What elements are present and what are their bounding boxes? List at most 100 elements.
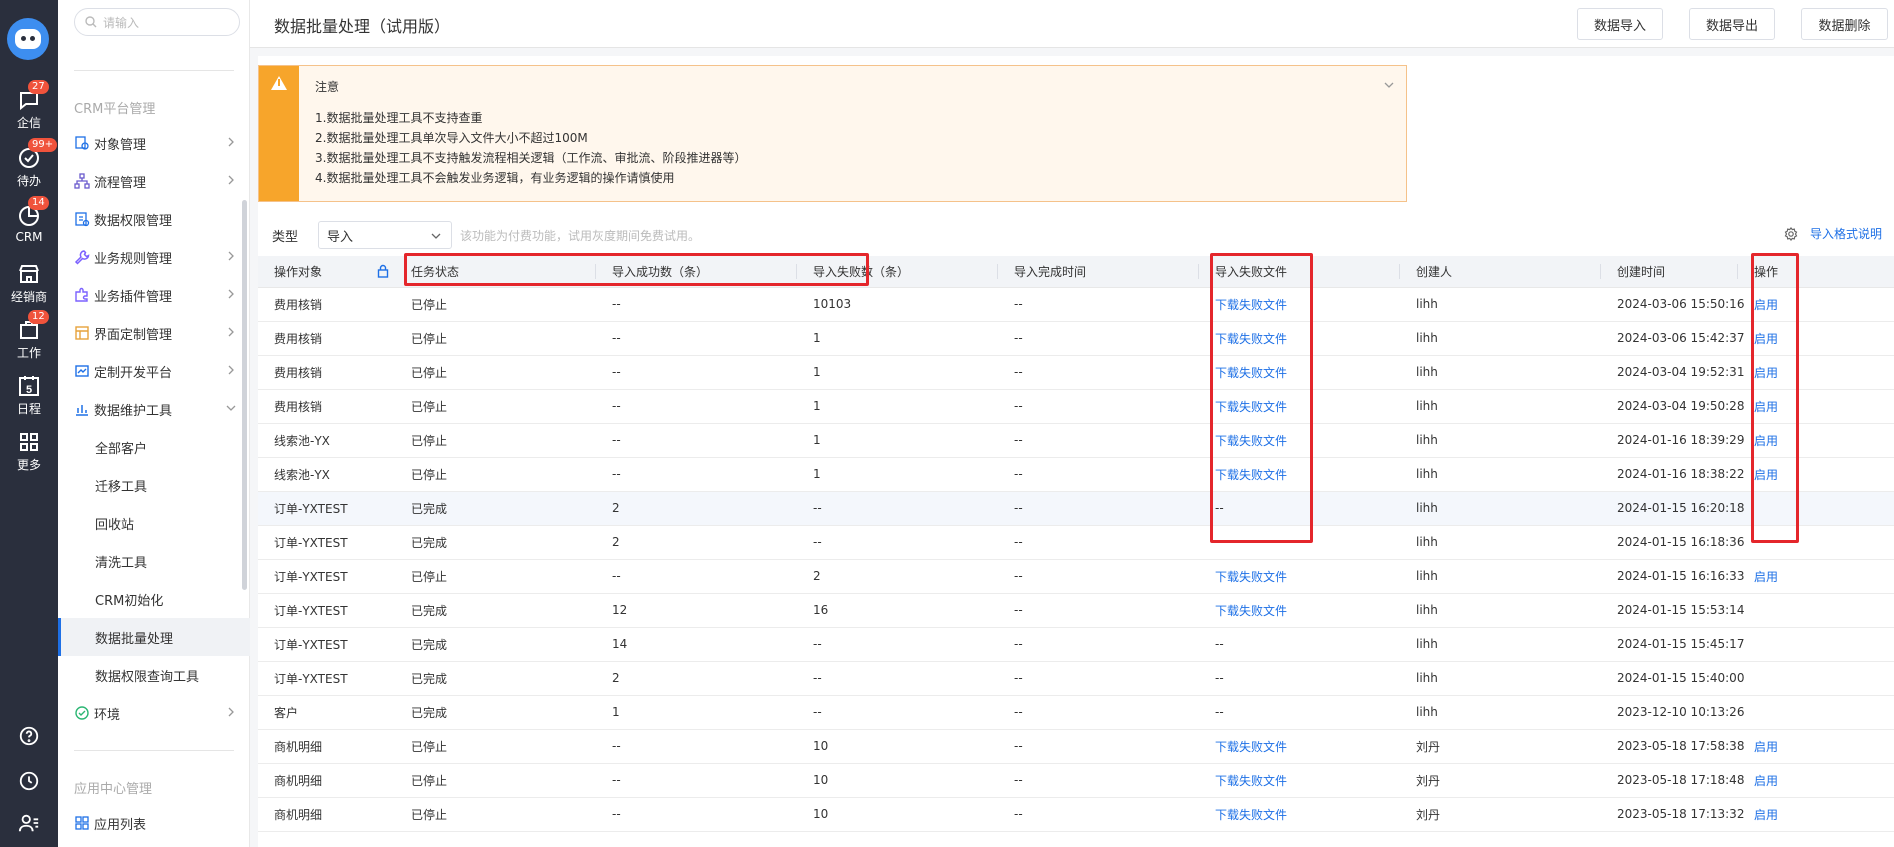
col-header-finish-time[interactable]: 导入完成时间 xyxy=(998,256,1199,288)
chevron-right-icon xyxy=(228,251,234,261)
sidebar-item-batch-processing[interactable]: 数据批量处理 xyxy=(58,618,250,656)
table-row[interactable]: 订单-YXTEST 已完成 14 -- -- -- lihh 2024-01-15 15:45… xyxy=(258,627,1894,662)
enable-link[interactable]: 启用 xyxy=(1754,808,1778,822)
chevron-right-icon xyxy=(228,175,234,185)
sidebar-item-recycle-bin[interactable]: 回收站 xyxy=(58,506,250,540)
sidebar-item-business-plugins[interactable]: 业务插件管理 xyxy=(58,278,250,312)
sidebar-search-input[interactable]: 请输入 xyxy=(74,8,240,36)
download-fail-file-link[interactable]: 下载失败文件 xyxy=(1215,604,1287,618)
sidebar-item-ui-customization[interactable]: 界面定制管理 xyxy=(58,316,250,350)
table-row[interactable]: 线索池-YX 已停止 -- 1 -- 下载失败文件 lihh 2024-01-16 18:39… xyxy=(258,423,1894,458)
sidebar-item-all-customers[interactable]: 全部客户 xyxy=(58,430,250,464)
cell-fail-count: 1 xyxy=(797,321,998,356)
table-row[interactable]: 费用核销 已停止 -- 1 -- 下载失败文件 lihh 2024-03-04 19:52:3… xyxy=(258,355,1894,390)
rail-item-more[interactable]: 更多 xyxy=(0,430,58,473)
data-import-button[interactable]: 数据导入 xyxy=(1577,8,1663,40)
cell-object: 订单-YXTEST xyxy=(258,627,395,662)
sidebar-item-permission-query[interactable]: 数据权限查询工具 xyxy=(58,658,250,692)
data-export-button[interactable]: 数据导出 xyxy=(1689,8,1775,40)
table-row[interactable]: 费用核销 已停止 -- 10103 -- 下载失败文件 lihh 2024-03-06 15:… xyxy=(258,287,1894,322)
cell-text: 费用核销 xyxy=(274,331,323,346)
cell-status: 已停止 xyxy=(395,287,596,322)
user-list-icon xyxy=(18,814,39,832)
col-header-created-time[interactable]: 创建时间 xyxy=(1601,256,1738,288)
table-row[interactable]: 订单-YXTEST 已停止 -- 2 -- 下载失败文件 lihh 2024-01-15 16… xyxy=(258,559,1894,594)
cell-text: 已停止 xyxy=(411,331,448,346)
table-row[interactable]: 费用核销 已停止 -- 1 -- 下载失败文件 lihh 2024-03-06 15:42:3… xyxy=(258,321,1894,356)
download-fail-file-link[interactable]: 下载失败文件 xyxy=(1215,570,1287,584)
rail-item-messages[interactable]: 27 企信 xyxy=(0,80,58,131)
rail-item-schedule[interactable]: 5 日程 xyxy=(0,374,58,417)
import-format-label: 导入格式说明 xyxy=(1809,227,1882,241)
rail-item-dealer[interactable]: 经销商 xyxy=(0,262,58,305)
table-row[interactable]: 商机明细 已停止 -- 10 -- 下载失败文件 刘丹 2023-05-18 17:18:48… xyxy=(258,763,1894,798)
table-row[interactable]: 客户 已完成 1 -- -- -- lihh 2023-12-10 10:13:26 xyxy=(258,695,1894,730)
help-button[interactable] xyxy=(0,725,58,751)
history-button[interactable] xyxy=(0,770,58,796)
sidebar-item-environment[interactable]: 环境 xyxy=(58,696,250,730)
download-fail-file-link[interactable]: 下载失败文件 xyxy=(1215,808,1287,822)
cell-creator: lihh xyxy=(1400,525,1601,560)
table-row[interactable]: 订单-YXTEST 已完成 2 -- -- -- lihh 2024-01-15 16:20:… xyxy=(258,491,1894,526)
calendar-icon: 5 xyxy=(19,376,39,396)
download-fail-file-link[interactable]: 下载失败文件 xyxy=(1215,740,1287,754)
rail-item-todo[interactable]: 99+ 待办 xyxy=(0,138,58,189)
cell-success-count: -- xyxy=(596,321,797,356)
sidebar-item-cleaning-tool[interactable]: 清洗工具 xyxy=(58,544,250,578)
enable-link[interactable]: 启用 xyxy=(1754,774,1778,788)
cell-text: 10 xyxy=(813,807,829,821)
col-header-object[interactable]: 操作对象 xyxy=(258,256,395,288)
cell-finish-time: -- xyxy=(998,287,1199,322)
sidebar-item-data-permission[interactable]: 数据权限管理 xyxy=(58,202,250,236)
sidebar-item-process-management[interactable]: 流程管理 xyxy=(58,164,250,198)
sidebar-item-app-list[interactable]: 应用列表 xyxy=(58,806,250,840)
rail-item-work[interactable]: 12 工作 xyxy=(0,310,58,361)
cell-fail-count: -- xyxy=(797,661,998,696)
table-row[interactable]: 商机明细 已停止 -- 10 -- 下载失败文件 刘丹 2023-05-18 17:13:32… xyxy=(258,797,1894,832)
cell-text: -- xyxy=(1014,535,1023,549)
type-select[interactable]: 导入 xyxy=(318,221,452,249)
annotation-box-fail-file xyxy=(1210,253,1313,543)
sidebar-scrollbar[interactable] xyxy=(242,200,247,590)
sidebar-item-migration-tool[interactable]: 迁移工具 xyxy=(58,468,250,502)
sidebar-item-label: 业务插件管理 xyxy=(94,289,173,305)
table-row[interactable]: 线索池-YX 已停止 -- 1 -- 下载失败文件 lihh 2024-01-16 18:38… xyxy=(258,457,1894,492)
cell-text: -- xyxy=(813,671,822,685)
cell-fail-count: -- xyxy=(797,525,998,560)
table-row[interactable]: 订单-YXTEST 已完成 2 -- -- -- lihh 2024-01-15 15:40:… xyxy=(258,661,1894,696)
table-row[interactable]: 订单-YXTEST 已完成 12 16 -- 下载失败文件 lihh 2024-01-15 1… xyxy=(258,593,1894,628)
cell-created-time: 2024-01-16 18:38:22 xyxy=(1601,457,1744,492)
enable-link[interactable]: 启用 xyxy=(1754,740,1778,754)
sidebar-item-data-maintenance[interactable]: 数据维护工具 xyxy=(58,392,250,426)
cell-text: 费用核销 xyxy=(274,399,323,414)
cell-creator: lihh xyxy=(1400,559,1601,594)
cell-text: 1 xyxy=(813,365,821,379)
gear-icon xyxy=(1784,226,1798,241)
cell-fail-file: 下载失败文件 xyxy=(1199,763,1400,798)
cell-text: 刘丹 xyxy=(1416,807,1441,822)
rail-item-crm[interactable]: 14 CRM xyxy=(0,196,58,244)
data-delete-button[interactable]: 数据删除 xyxy=(1801,8,1888,40)
notice-panel: 注意 1.数据批量处理工具不支持查重 2.数据批量处理工具单次导入文件大小不超过… xyxy=(258,65,1407,202)
import-format-link[interactable]: 导入格式说明 xyxy=(1784,225,1882,242)
sidebar-item-crm-init[interactable]: CRM初始化 xyxy=(58,582,250,616)
download-fail-file-link[interactable]: 下载失败文件 xyxy=(1215,774,1287,788)
chevron-down-icon[interactable] xyxy=(1384,80,1394,90)
cell-finish-time: -- xyxy=(998,355,1199,390)
table-row[interactable]: 商机明细 已停止 -- 10 -- 下载失败文件 刘丹 2023-05-18 17:58:38… xyxy=(258,729,1894,764)
app-logo-avatar[interactable] xyxy=(7,18,49,60)
table-row[interactable]: 订单-YXTEST 已完成 2 -- -- -- lihh 2024-01-15 16:18:… xyxy=(258,525,1894,560)
enable-link[interactable]: 启用 xyxy=(1754,570,1778,584)
table-row[interactable]: 费用核销 已停止 -- 1 -- 下载失败文件 lihh 2024-03-04 19:50:2… xyxy=(258,389,1894,424)
cell-creator: lihh xyxy=(1400,695,1601,730)
cell-text: 刘丹 xyxy=(1416,773,1441,788)
col-header-creator[interactable]: 创建人 xyxy=(1400,256,1601,288)
cell-text: lihh xyxy=(1416,399,1438,413)
sidebar-item-dev-platform[interactable]: 定制开发平台 xyxy=(58,354,250,388)
lock-icon[interactable] xyxy=(377,264,389,278)
cell-text: 2023-12-10 10:13:26 xyxy=(1617,705,1745,719)
cell-text: -- xyxy=(1014,433,1023,447)
user-settings-button[interactable] xyxy=(0,812,58,838)
sidebar-item-business-rules[interactable]: 业务规则管理 xyxy=(58,240,250,274)
sidebar-item-object-management[interactable]: 对象管理 xyxy=(58,126,250,160)
